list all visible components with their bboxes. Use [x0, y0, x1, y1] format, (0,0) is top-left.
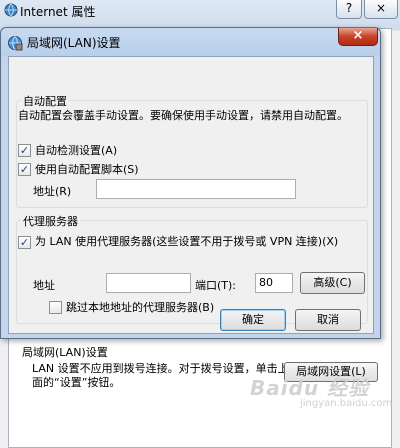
- use-proxy-row[interactable]: ✓ 为 LAN 使用代理服务器(这些设置不用于拨号或 VPN 连接)(X): [18, 235, 364, 249]
- use-script-label: 使用自动配置脚本(S): [35, 163, 139, 176]
- dialog-close-button[interactable]: ×: [338, 28, 378, 46]
- background-close-button[interactable]: ×: [364, 0, 398, 19]
- port-label: 端口(T):: [195, 279, 237, 292]
- network-settings-icon: [8, 36, 23, 51]
- lan-section-heading: 局域网(LAN)设置: [22, 346, 108, 359]
- baidu-watermark: Baidu 经验: [250, 376, 370, 400]
- use-proxy-checkbox[interactable]: ✓: [18, 236, 31, 249]
- use-proxy-label: 为 LAN 使用代理服务器(这些设置不用于拨号或 VPN 连接)(X): [35, 235, 339, 248]
- background-window-title: Internet 属性: [20, 5, 96, 19]
- watermark-url: jingyan.baidu.com: [300, 398, 393, 409]
- auto-config-description: 自动配置会覆盖手动设置。要确保使用手动设置，请禁用自动配置。: [18, 109, 348, 122]
- help-button[interactable]: ?: [336, 0, 362, 19]
- cancel-button[interactable]: 取消: [295, 309, 361, 331]
- bypass-local-checkbox[interactable]: [49, 300, 62, 314]
- auto-detect-checkbox[interactable]: ✓: [18, 143, 31, 157]
- use-script-row[interactable]: ✓ 使用自动配置脚本(S): [18, 161, 139, 177]
- use-script-checkbox[interactable]: ✓: [18, 162, 31, 176]
- lan-settings-dialog: 局域网(LAN)设置 × 自动配置 自动配置会覆盖手动设置。要确保使用手动设置，…: [0, 27, 381, 339]
- dialog-title: 局域网(LAN)设置: [27, 36, 121, 50]
- proxy-legend: 代理服务器: [21, 213, 80, 229]
- ok-button[interactable]: 确定: [220, 309, 286, 331]
- bypass-local-row[interactable]: 跳过本地地址的代理服务器(B): [49, 299, 214, 315]
- background-title-bar: Internet 属性 ? ×: [0, 0, 400, 22]
- auto-detect-row[interactable]: ✓ 自动检测设置(A): [18, 142, 117, 158]
- auto-config-group: 自动配置 自动配置会覆盖手动设置。要确保使用手动设置，请禁用自动配置。 ✓ 自动…: [16, 93, 368, 208]
- auto-config-legend: 自动配置: [21, 93, 69, 109]
- script-address-label: 地址(R): [33, 185, 72, 198]
- proxy-address-label: 地址: [33, 279, 55, 292]
- bypass-local-label: 跳过本地地址的代理服务器(B): [66, 301, 215, 314]
- internet-globe-icon: [4, 3, 18, 17]
- script-address-input[interactable]: [96, 179, 296, 199]
- auto-detect-label: 自动检测设置(A): [35, 144, 118, 157]
- port-input[interactable]: 80: [255, 273, 293, 293]
- advanced-button[interactable]: 高级(C): [300, 272, 365, 294]
- proxy-address-input[interactable]: [106, 273, 191, 293]
- dialog-body: 自动配置 自动配置会覆盖手动设置。要确保使用手动设置，请禁用自动配置。 ✓ 自动…: [8, 56, 374, 334]
